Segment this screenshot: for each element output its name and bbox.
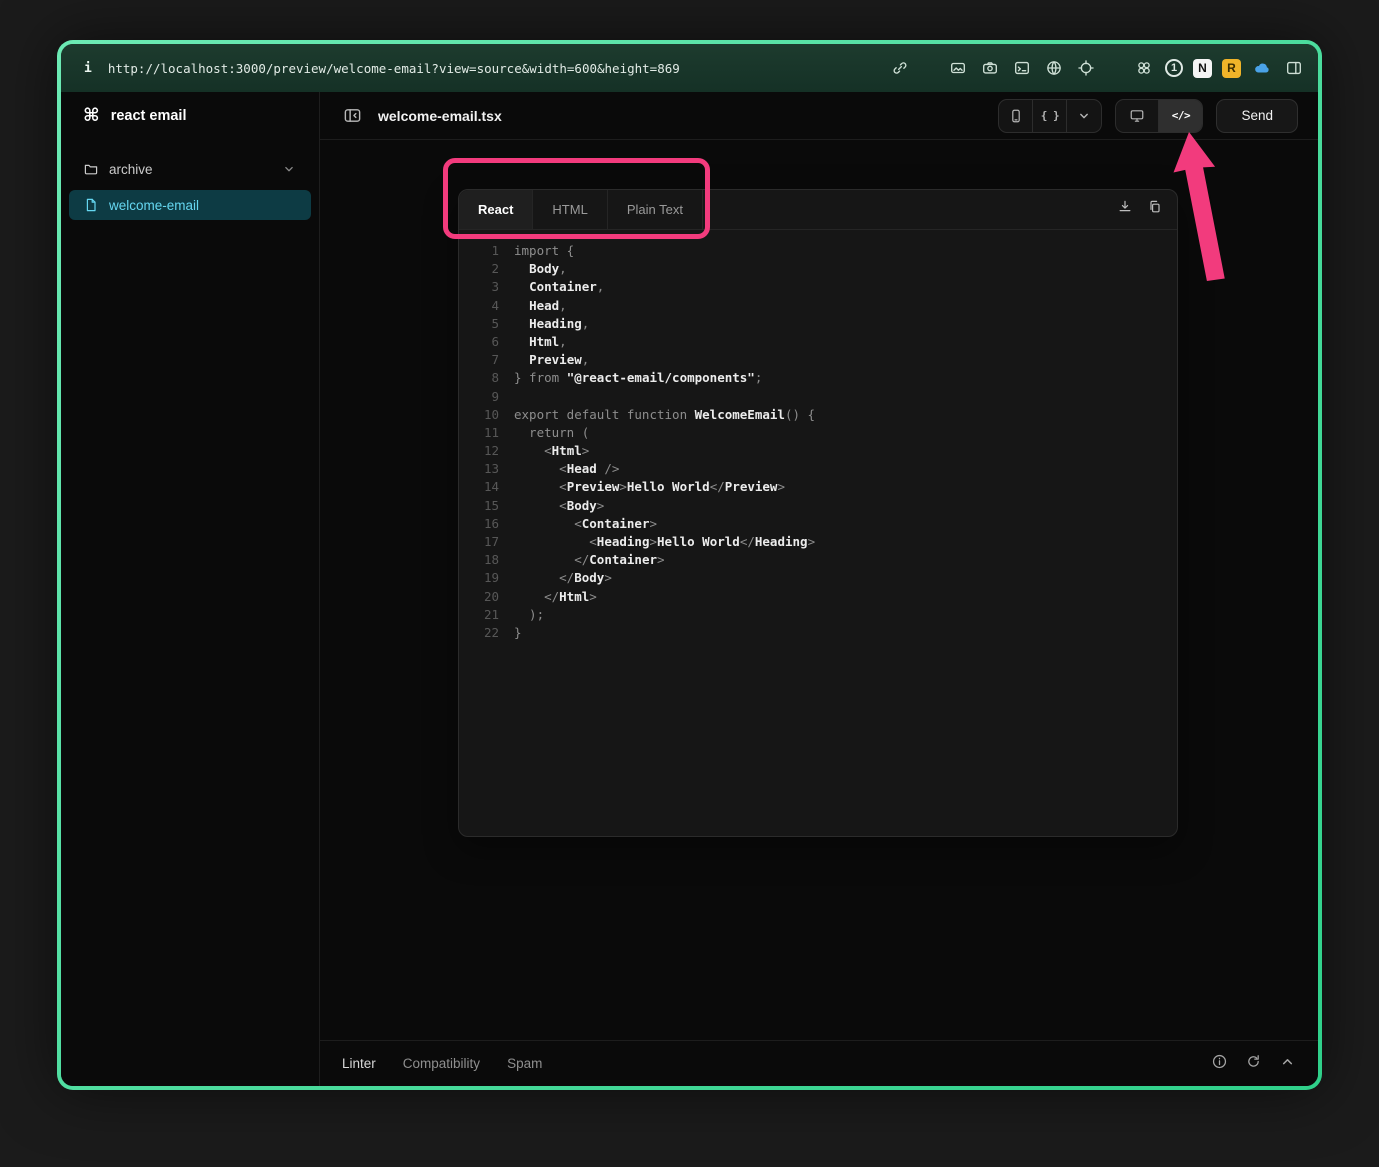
- code-line: 5 Heading,: [473, 315, 1177, 333]
- monitor-icon: [1129, 108, 1145, 124]
- sidebar-toggle-button[interactable]: [340, 104, 364, 128]
- desktop-background: i http://localhost:3000/preview/welcome-…: [0, 0, 1379, 1167]
- footer-bar: Linter Compatibility Spam: [320, 1040, 1318, 1086]
- collapse-panel-icon[interactable]: [1279, 1053, 1296, 1075]
- props-button[interactable]: { }: [1033, 100, 1067, 132]
- download-icon[interactable]: [1117, 199, 1133, 220]
- code-line: 22}: [473, 624, 1177, 642]
- source-mode-button[interactable]: </>: [1159, 100, 1202, 132]
- code-line: 12 <Html>: [473, 442, 1177, 460]
- target-icon[interactable]: [1075, 57, 1097, 79]
- device-view-button[interactable]: [999, 100, 1033, 132]
- tab-spam[interactable]: Spam: [507, 1056, 542, 1071]
- copy-icon[interactable]: [1147, 199, 1163, 220]
- chevron-down-icon: [1076, 108, 1092, 124]
- sidebar-split-icon[interactable]: [1283, 57, 1305, 79]
- code-line: 15 <Body>: [473, 497, 1177, 515]
- source-code-panel: React HTML Plain Text: [458, 189, 1178, 837]
- globe-icon[interactable]: [1043, 57, 1065, 79]
- r-badge-icon[interactable]: R: [1222, 59, 1241, 78]
- code-line: 7 Preview,: [473, 351, 1177, 369]
- main-panel: welcome-email.tsx { }: [320, 92, 1318, 1086]
- preview-content: React HTML Plain Text: [320, 140, 1318, 1040]
- code-line: 16 <Container>: [473, 515, 1177, 533]
- one-badge-icon[interactable]: 1: [1165, 59, 1183, 77]
- file-icon: [83, 197, 99, 213]
- sidebar-item-label: welcome-email: [109, 198, 199, 213]
- view-dropdown-button[interactable]: [1067, 100, 1101, 132]
- mobile-icon: [1008, 108, 1024, 124]
- app-logo-label: react email: [111, 108, 187, 124]
- code-line: 18 </Container>: [473, 551, 1177, 569]
- sidebar-item-welcome-email[interactable]: welcome-email: [69, 190, 311, 220]
- preview-mode-button[interactable]: [1116, 100, 1159, 132]
- folder-label: archive: [109, 162, 153, 177]
- notion-icon[interactable]: N: [1193, 59, 1212, 78]
- browser-window: i http://localhost:3000/preview/welcome-…: [57, 40, 1322, 1090]
- mode-toggle-group: </>: [1115, 99, 1203, 133]
- app-logo[interactable]: ⌘ react email: [61, 92, 319, 140]
- folder-icon: [83, 161, 99, 177]
- camera-icon[interactable]: [979, 57, 1001, 79]
- link-icon[interactable]: [889, 57, 911, 79]
- send-button[interactable]: Send: [1216, 99, 1298, 133]
- code-line: 13 <Head />: [473, 460, 1177, 478]
- info-icon: i: [84, 61, 92, 76]
- cloud-icon[interactable]: [1251, 57, 1273, 79]
- code-line: 1import {: [473, 242, 1177, 260]
- code-line: 8} from "@react-email/components";: [473, 369, 1177, 387]
- browser-toolbar: i http://localhost:3000/preview/welcome-…: [61, 44, 1318, 92]
- tab-html[interactable]: HTML: [533, 190, 607, 229]
- tab-compatibility[interactable]: Compatibility: [403, 1056, 480, 1071]
- main-header: welcome-email.tsx { }: [320, 92, 1318, 140]
- code-line: 14 <Preview>Hello World</Preview>: [473, 478, 1177, 496]
- code-line: 9: [473, 388, 1177, 406]
- code-line: 4 Head,: [473, 297, 1177, 315]
- url-bar[interactable]: http://localhost:3000/preview/welcome-em…: [108, 61, 680, 76]
- sidebar: ⌘ react email archive welcome-email: [61, 92, 320, 1086]
- code-line: 11 return (: [473, 424, 1177, 442]
- page-title: welcome-email.tsx: [378, 108, 502, 124]
- react-email-logo-icon: ⌘: [83, 107, 100, 125]
- tab-plain-text[interactable]: Plain Text: [608, 190, 703, 229]
- refresh-icon[interactable]: [1245, 1053, 1262, 1075]
- code-line: 10export default function WelcomeEmail()…: [473, 406, 1177, 424]
- info-circle-icon[interactable]: [1211, 1053, 1228, 1075]
- code-editor: 1import {2 Body,3 Container,4 Head,5 Hea…: [459, 230, 1177, 836]
- code-line: 20 </Html>: [473, 588, 1177, 606]
- code-line: 3 Container,: [473, 278, 1177, 296]
- terminal-icon[interactable]: [1011, 57, 1033, 79]
- view-options-group: { }: [998, 99, 1102, 133]
- code-line: 6 Html,: [473, 333, 1177, 351]
- extension-icon[interactable]: [947, 57, 969, 79]
- tab-linter[interactable]: Linter: [342, 1056, 376, 1071]
- sidebar-folder-archive[interactable]: archive: [69, 154, 311, 184]
- clover-icon[interactable]: [1133, 57, 1155, 79]
- code-line: 19 </Body>: [473, 569, 1177, 587]
- code-line: 17 <Heading>Hello World</Heading>: [473, 533, 1177, 551]
- tab-react[interactable]: React: [459, 190, 533, 229]
- code-line: 2 Body,: [473, 260, 1177, 278]
- chevron-down-icon: [281, 162, 297, 176]
- code-line: 21 );: [473, 606, 1177, 624]
- source-tabs-bar: React HTML Plain Text: [459, 190, 1177, 230]
